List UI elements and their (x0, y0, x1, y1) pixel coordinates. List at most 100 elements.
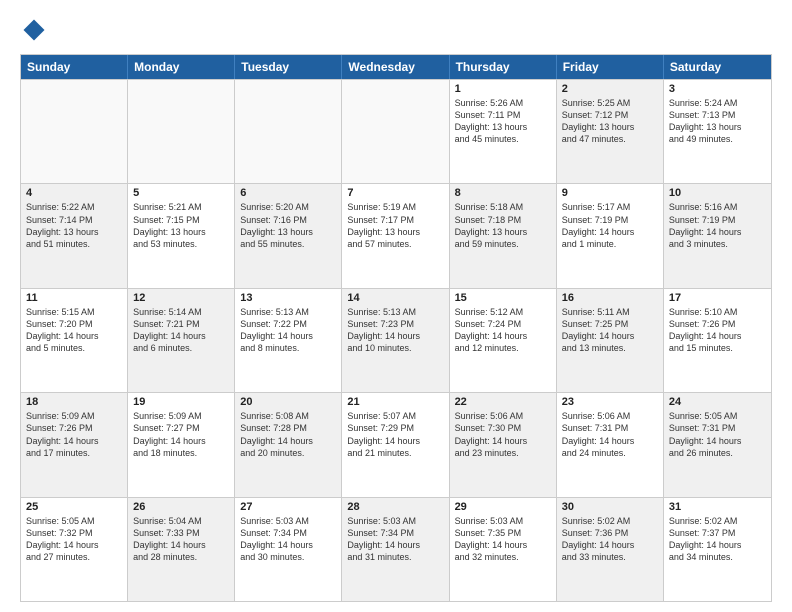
day-number: 23 (562, 396, 658, 408)
day-cell-29: 29 Sunrise: 5:03 AM Sunset: 7:35 PM Dayli… (450, 498, 557, 601)
day-cell-25: 25 Sunrise: 5:05 AM Sunset: 7:32 PM Dayli… (21, 498, 128, 601)
weekday-header-tuesday: Tuesday (235, 55, 342, 79)
day-number: 5 (133, 187, 229, 199)
day-cell-28: 28 Sunrise: 5:03 AM Sunset: 7:34 PM Dayli… (342, 498, 449, 601)
day-number: 24 (669, 396, 766, 408)
day-cell-11: 11 Sunrise: 5:15 AM Sunset: 7:20 PM Dayli… (21, 289, 128, 392)
day-info: Sunrise: 5:05 AM Sunset: 7:31 PM Dayligh… (669, 410, 766, 459)
day-info: Sunrise: 5:04 AM Sunset: 7:33 PM Dayligh… (133, 515, 229, 564)
day-number: 1 (455, 83, 551, 95)
calendar-row-4: 25 Sunrise: 5:05 AM Sunset: 7:32 PM Dayli… (21, 497, 771, 601)
day-number: 22 (455, 396, 551, 408)
day-cell-20: 20Sunrise: 5:08 AM Sunset: 7:28 PM Dayli… (235, 393, 342, 496)
calendar-row-2: 11 Sunrise: 5:15 AM Sunset: 7:20 PM Dayli… (21, 288, 771, 392)
day-number: 20 (240, 396, 336, 408)
day-info: Sunrise: 5:06 AM Sunset: 7:30 PM Dayligh… (455, 410, 551, 459)
day-number: 26 (133, 501, 229, 513)
day-info: Sunrise: 5:21 AM Sunset: 7:15 PM Dayligh… (133, 201, 229, 250)
day-cell-21: 21 Sunrise: 5:07 AM Sunset: 7:29 PM Dayli… (342, 393, 449, 496)
day-info: Sunrise: 5:20 AM Sunset: 7:16 PM Dayligh… (240, 201, 336, 250)
empty-cell (235, 80, 342, 183)
day-cell-2: 2 Sunrise: 5:25 AM Sunset: 7:12 PM Daylig… (557, 80, 664, 183)
day-info: Sunrise: 5:02 AM Sunset: 7:37 PM Dayligh… (669, 515, 766, 564)
day-cell-13: 13Sunrise: 5:13 AM Sunset: 7:22 PM Dayli… (235, 289, 342, 392)
day-info: Sunrise: 5:09 AM Sunset: 7:26 PM Dayligh… (26, 410, 122, 459)
day-number: 25 (26, 501, 122, 513)
day-number: 8 (455, 187, 551, 199)
weekday-header-friday: Friday (557, 55, 664, 79)
calendar-row-3: 18 Sunrise: 5:09 AM Sunset: 7:26 PM Dayli… (21, 392, 771, 496)
day-info: Sunrise: 5:15 AM Sunset: 7:20 PM Dayligh… (26, 306, 122, 355)
page: SundayMondayTuesdayWednesdayThursdayFrid… (0, 0, 792, 612)
day-cell-12: 12Sunrise: 5:14 AM Sunset: 7:21 PM Dayli… (128, 289, 235, 392)
day-number: 28 (347, 501, 443, 513)
calendar: SundayMondayTuesdayWednesdayThursdayFrid… (20, 54, 772, 602)
day-cell-15: 15 Sunrise: 5:12 AM Sunset: 7:24 PM Dayli… (450, 289, 557, 392)
day-number: 15 (455, 292, 551, 304)
day-info: Sunrise: 5:26 AM Sunset: 7:11 PM Dayligh… (455, 97, 551, 146)
day-info: Sunrise: 5:03 AM Sunset: 7:35 PM Dayligh… (455, 515, 551, 564)
day-cell-4: 4Sunrise: 5:22 AM Sunset: 7:14 PM Daylig… (21, 184, 128, 287)
day-info: Sunrise: 5:07 AM Sunset: 7:29 PM Dayligh… (347, 410, 443, 459)
day-cell-8: 8 Sunrise: 5:18 AM Sunset: 7:18 PM Daylig… (450, 184, 557, 287)
day-cell-10: 10Sunrise: 5:16 AM Sunset: 7:19 PM Dayli… (664, 184, 771, 287)
day-number: 17 (669, 292, 766, 304)
weekday-header-wednesday: Wednesday (342, 55, 449, 79)
day-number: 9 (562, 187, 658, 199)
day-info: Sunrise: 5:17 AM Sunset: 7:19 PM Dayligh… (562, 201, 658, 250)
day-number: 18 (26, 396, 122, 408)
day-cell-30: 30 Sunrise: 5:02 AM Sunset: 7:36 PM Dayli… (557, 498, 664, 601)
day-number: 29 (455, 501, 551, 513)
logo (20, 16, 52, 44)
day-cell-23: 23 Sunrise: 5:06 AM Sunset: 7:31 PM Dayli… (557, 393, 664, 496)
day-cell-31: 31Sunrise: 5:02 AM Sunset: 7:37 PM Dayli… (664, 498, 771, 601)
day-number: 11 (26, 292, 122, 304)
day-info: Sunrise: 5:02 AM Sunset: 7:36 PM Dayligh… (562, 515, 658, 564)
day-cell-5: 5 Sunrise: 5:21 AM Sunset: 7:15 PM Daylig… (128, 184, 235, 287)
day-cell-9: 9 Sunrise: 5:17 AM Sunset: 7:19 PM Daylig… (557, 184, 664, 287)
day-info: Sunrise: 5:22 AM Sunset: 7:14 PM Dayligh… (26, 201, 122, 250)
day-number: 3 (669, 83, 766, 95)
day-cell-14: 14 Sunrise: 5:13 AM Sunset: 7:23 PM Dayli… (342, 289, 449, 392)
day-info: Sunrise: 5:03 AM Sunset: 7:34 PM Dayligh… (347, 515, 443, 564)
day-cell-26: 26 Sunrise: 5:04 AM Sunset: 7:33 PM Dayli… (128, 498, 235, 601)
header (20, 16, 772, 44)
day-info: Sunrise: 5:18 AM Sunset: 7:18 PM Dayligh… (455, 201, 551, 250)
day-cell-17: 17 Sunrise: 5:10 AM Sunset: 7:26 PM Dayli… (664, 289, 771, 392)
day-number: 14 (347, 292, 443, 304)
day-info: Sunrise: 5:16 AM Sunset: 7:19 PM Dayligh… (669, 201, 766, 250)
calendar-body: 1 Sunrise: 5:26 AM Sunset: 7:11 PM Daylig… (21, 79, 771, 601)
day-cell-16: 16 Sunrise: 5:11 AM Sunset: 7:25 PM Dayli… (557, 289, 664, 392)
weekday-header-sunday: Sunday (21, 55, 128, 79)
day-number: 16 (562, 292, 658, 304)
day-cell-3: 3 Sunrise: 5:24 AM Sunset: 7:13 PM Daylig… (664, 80, 771, 183)
day-info: Sunrise: 5:06 AM Sunset: 7:31 PM Dayligh… (562, 410, 658, 459)
day-info: Sunrise: 5:13 AM Sunset: 7:23 PM Dayligh… (347, 306, 443, 355)
day-number: 27 (240, 501, 336, 513)
day-cell-7: 7 Sunrise: 5:19 AM Sunset: 7:17 PM Daylig… (342, 184, 449, 287)
empty-cell (128, 80, 235, 183)
day-info: Sunrise: 5:24 AM Sunset: 7:13 PM Dayligh… (669, 97, 766, 146)
day-info: Sunrise: 5:09 AM Sunset: 7:27 PM Dayligh… (133, 410, 229, 459)
day-cell-27: 27Sunrise: 5:03 AM Sunset: 7:34 PM Dayli… (235, 498, 342, 601)
calendar-row-0: 1 Sunrise: 5:26 AM Sunset: 7:11 PM Daylig… (21, 79, 771, 183)
day-info: Sunrise: 5:11 AM Sunset: 7:25 PM Dayligh… (562, 306, 658, 355)
day-number: 6 (240, 187, 336, 199)
day-number: 30 (562, 501, 658, 513)
weekday-header-thursday: Thursday (450, 55, 557, 79)
day-number: 7 (347, 187, 443, 199)
day-info: Sunrise: 5:05 AM Sunset: 7:32 PM Dayligh… (26, 515, 122, 564)
empty-cell (21, 80, 128, 183)
logo-icon (20, 16, 48, 44)
empty-cell (342, 80, 449, 183)
day-info: Sunrise: 5:12 AM Sunset: 7:24 PM Dayligh… (455, 306, 551, 355)
day-number: 2 (562, 83, 658, 95)
day-info: Sunrise: 5:14 AM Sunset: 7:21 PM Dayligh… (133, 306, 229, 355)
day-number: 21 (347, 396, 443, 408)
day-info: Sunrise: 5:25 AM Sunset: 7:12 PM Dayligh… (562, 97, 658, 146)
day-info: Sunrise: 5:13 AM Sunset: 7:22 PM Dayligh… (240, 306, 336, 355)
day-cell-6: 6 Sunrise: 5:20 AM Sunset: 7:16 PM Daylig… (235, 184, 342, 287)
day-info: Sunrise: 5:19 AM Sunset: 7:17 PM Dayligh… (347, 201, 443, 250)
day-cell-18: 18 Sunrise: 5:09 AM Sunset: 7:26 PM Dayli… (21, 393, 128, 496)
day-info: Sunrise: 5:10 AM Sunset: 7:26 PM Dayligh… (669, 306, 766, 355)
